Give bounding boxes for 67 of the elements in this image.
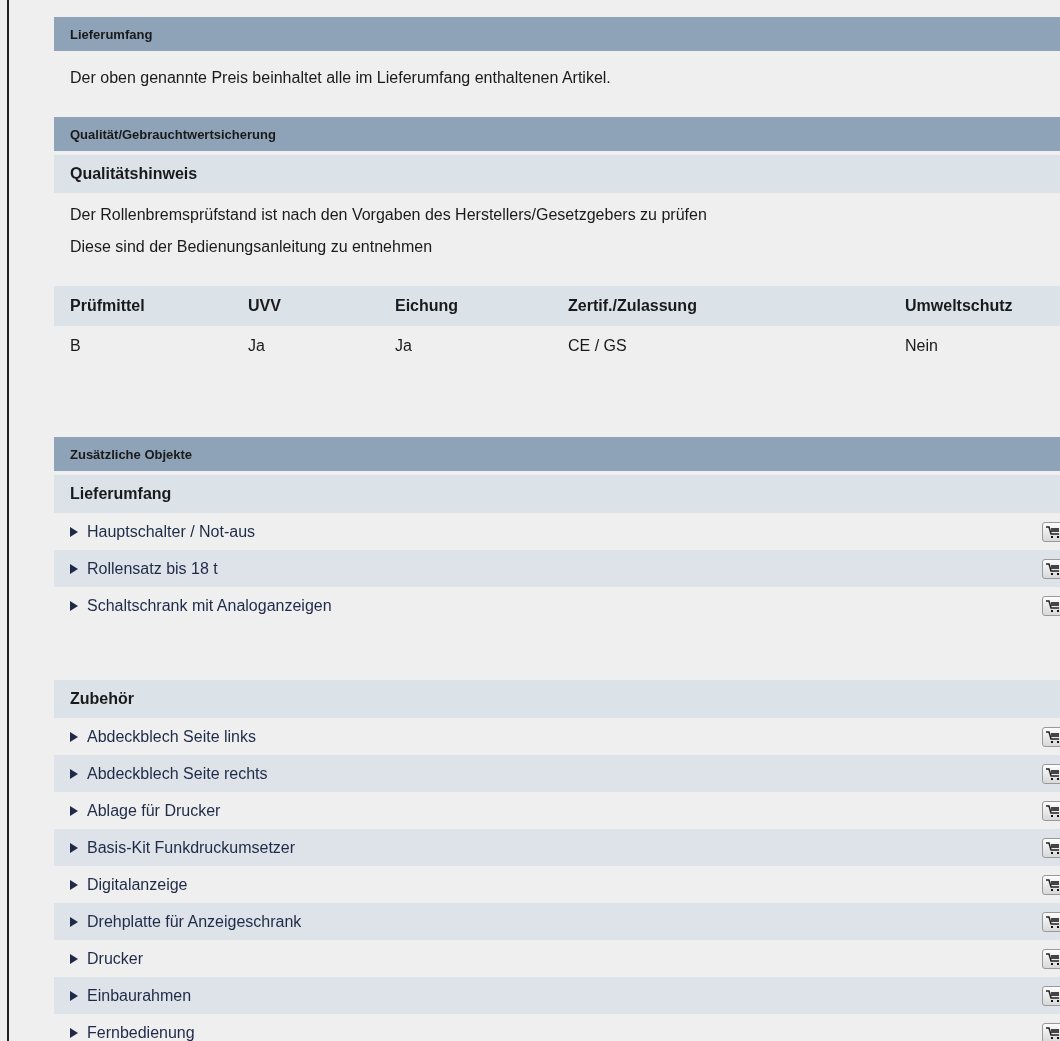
accessory-item[interactable]: Drucker bbox=[54, 940, 1060, 977]
note-text: Der Rollenbremsprüfstand ist nach den Vorgaben des Herstellers/Gesetzgebers zu prüfen bbox=[70, 205, 708, 225]
triangle-icon bbox=[70, 563, 78, 574]
accessory-item[interactable]: Abdeckblech Seite rechts bbox=[54, 755, 1060, 792]
cart-icon bbox=[1045, 804, 1060, 818]
accessory-item[interactable]: Schaltschrank mit Analoganzeigen bbox=[54, 587, 1060, 624]
cart-button[interactable] bbox=[1042, 801, 1060, 821]
cart-button[interactable] bbox=[1042, 838, 1060, 858]
triangle-icon bbox=[70, 805, 78, 816]
accessory-item[interactable]: Digitalanzeige bbox=[54, 866, 1060, 903]
accessory-item[interactable]: Abdeckblech Seite links bbox=[54, 718, 1060, 755]
cart-icon bbox=[1045, 952, 1060, 966]
accessory-item[interactable]: Drehplatte für Anzeigeschrank bbox=[54, 903, 1060, 940]
accessory-item[interactable]: Rollensatz bis 18 t bbox=[54, 550, 1060, 587]
cart-icon bbox=[1045, 730, 1060, 744]
cart-button[interactable] bbox=[1042, 596, 1060, 616]
triangle-icon bbox=[70, 731, 78, 742]
column-header: Umweltschutz bbox=[889, 286, 1060, 326]
cart-button[interactable] bbox=[1042, 522, 1060, 542]
cart-icon bbox=[1045, 915, 1060, 929]
table-cell: Nein bbox=[889, 326, 1060, 366]
accessory-item[interactable]: Basis-Kit Funkdruckumsetzer bbox=[54, 829, 1060, 866]
note-text: Diese sind der Bedienungsanleitung zu entnehmen bbox=[70, 237, 434, 257]
cart-icon bbox=[1045, 841, 1060, 855]
table-cell: B bbox=[54, 326, 232, 366]
cart-button[interactable] bbox=[1042, 559, 1060, 579]
cart-button[interactable] bbox=[1042, 727, 1060, 747]
cart-icon bbox=[1045, 767, 1060, 781]
triangle-icon bbox=[70, 768, 78, 779]
triangle-icon bbox=[70, 1027, 78, 1038]
cart-button[interactable] bbox=[1042, 986, 1060, 1006]
table-cell: CE / GS bbox=[552, 326, 889, 366]
triangle-icon bbox=[70, 600, 78, 611]
accessory-item[interactable]: Einbaurahmen bbox=[54, 977, 1060, 1014]
cart-icon bbox=[1045, 599, 1060, 613]
triangle-icon bbox=[70, 879, 78, 890]
accessory-item[interactable]: Fernbedienung bbox=[54, 1014, 1060, 1041]
table-cell: Ja bbox=[379, 326, 552, 366]
section-header: Zusätzliche Objekte bbox=[54, 437, 1060, 471]
section-header: Lieferumfang bbox=[54, 17, 1060, 51]
cart-button[interactable] bbox=[1042, 949, 1060, 969]
cart-icon bbox=[1045, 989, 1060, 1003]
cart-button[interactable] bbox=[1042, 875, 1060, 895]
cart-button[interactable] bbox=[1042, 912, 1060, 932]
column-header: UVV bbox=[232, 286, 379, 326]
column-header: Prüfmittel bbox=[54, 286, 232, 326]
cart-button[interactable] bbox=[1042, 764, 1060, 784]
triangle-icon bbox=[70, 842, 78, 853]
cart-button[interactable] bbox=[1042, 1023, 1060, 1041]
column-header: Zertif./Zulassung bbox=[552, 286, 889, 326]
column-header: Eichung bbox=[379, 286, 552, 326]
table-cell: Ja bbox=[232, 326, 379, 366]
triangle-icon bbox=[70, 916, 78, 927]
accessory-item[interactable]: Ablage für Drucker bbox=[54, 792, 1060, 829]
accessory-item[interactable]: Hauptschalter / Not-aus bbox=[54, 513, 1060, 550]
description-text: Der oben genannte Preis beinhaltet alle im Lieferumfang enthaltenen Artikel. bbox=[69, 68, 612, 88]
subsection-header: Lieferumfang bbox=[54, 475, 1060, 513]
triangle-icon bbox=[70, 526, 78, 537]
cart-icon bbox=[1045, 562, 1060, 576]
cart-icon bbox=[1045, 525, 1060, 539]
subsection-header: Qualitätshinweis bbox=[54, 155, 1060, 193]
triangle-icon bbox=[70, 953, 78, 964]
subsection-header: Zubehör bbox=[54, 680, 1060, 718]
section-header: Qualität/Gebrauchtwertsicherung bbox=[54, 117, 1060, 151]
triangle-icon bbox=[70, 990, 78, 1001]
cart-icon bbox=[1045, 878, 1060, 892]
cart-icon bbox=[1045, 1026, 1060, 1040]
